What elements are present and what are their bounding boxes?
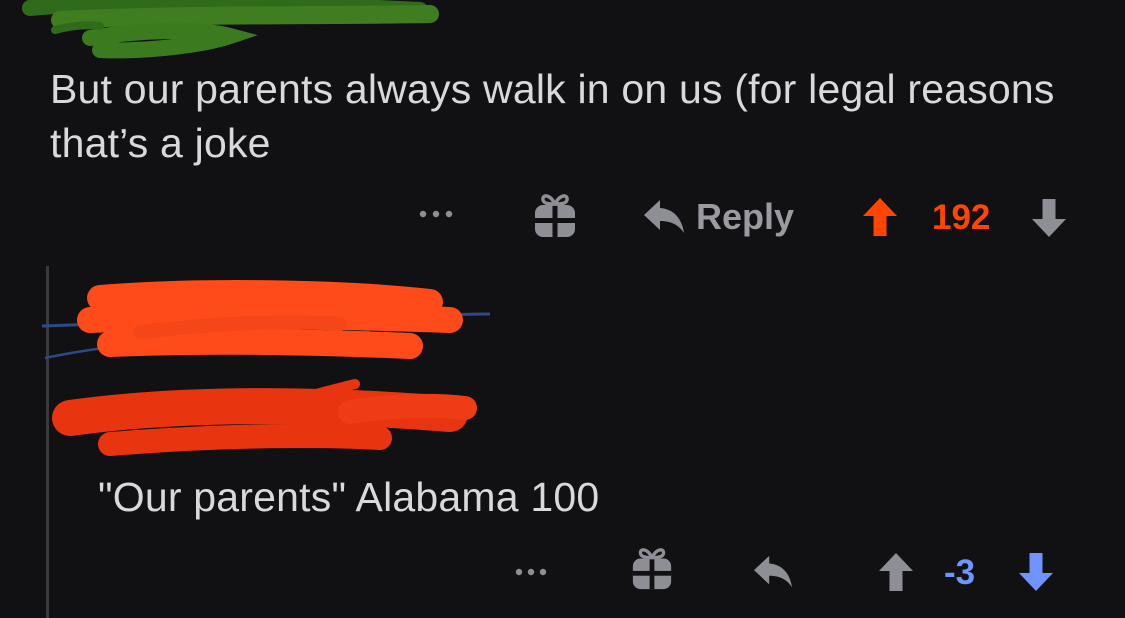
- reply-upvote-button[interactable]: [878, 552, 914, 592]
- redacted-username-top: [22, 0, 439, 59]
- reply-body: "Our parents" Alabama 100: [98, 474, 600, 520]
- reply-vote-score: -3: [944, 553, 976, 592]
- upvote-icon: [879, 553, 913, 591]
- downvote-icon: [1032, 199, 1066, 237]
- reply-more-options-button[interactable]: [514, 566, 548, 578]
- award-icon: [632, 548, 672, 590]
- redacted-username-reply: [41, 280, 491, 360]
- reply-icon: [644, 200, 684, 233]
- reply-button[interactable]: Reply: [642, 196, 794, 238]
- upvote-button[interactable]: [862, 197, 898, 237]
- downvote-icon: [1019, 553, 1053, 591]
- reply-reply-button[interactable]: [752, 553, 794, 591]
- award-icon: [535, 194, 575, 237]
- thread-line: [46, 266, 49, 618]
- redacted-reply-meta: [52, 379, 477, 456]
- upvote-icon: [863, 198, 897, 236]
- reply-downvote-button[interactable]: [1018, 552, 1054, 592]
- award-button[interactable]: [532, 192, 578, 240]
- more-icon: [515, 568, 547, 576]
- comment-body: But our parents always walk in on us (fo…: [50, 66, 1055, 166]
- downvote-button[interactable]: [1031, 198, 1067, 238]
- vote-score: 192: [932, 198, 991, 237]
- more-options-button[interactable]: [418, 208, 454, 220]
- reply-icon: [754, 555, 792, 588]
- reply-award-button[interactable]: [630, 546, 674, 592]
- more-icon: [419, 210, 453, 218]
- reply-label: Reply: [696, 196, 795, 237]
